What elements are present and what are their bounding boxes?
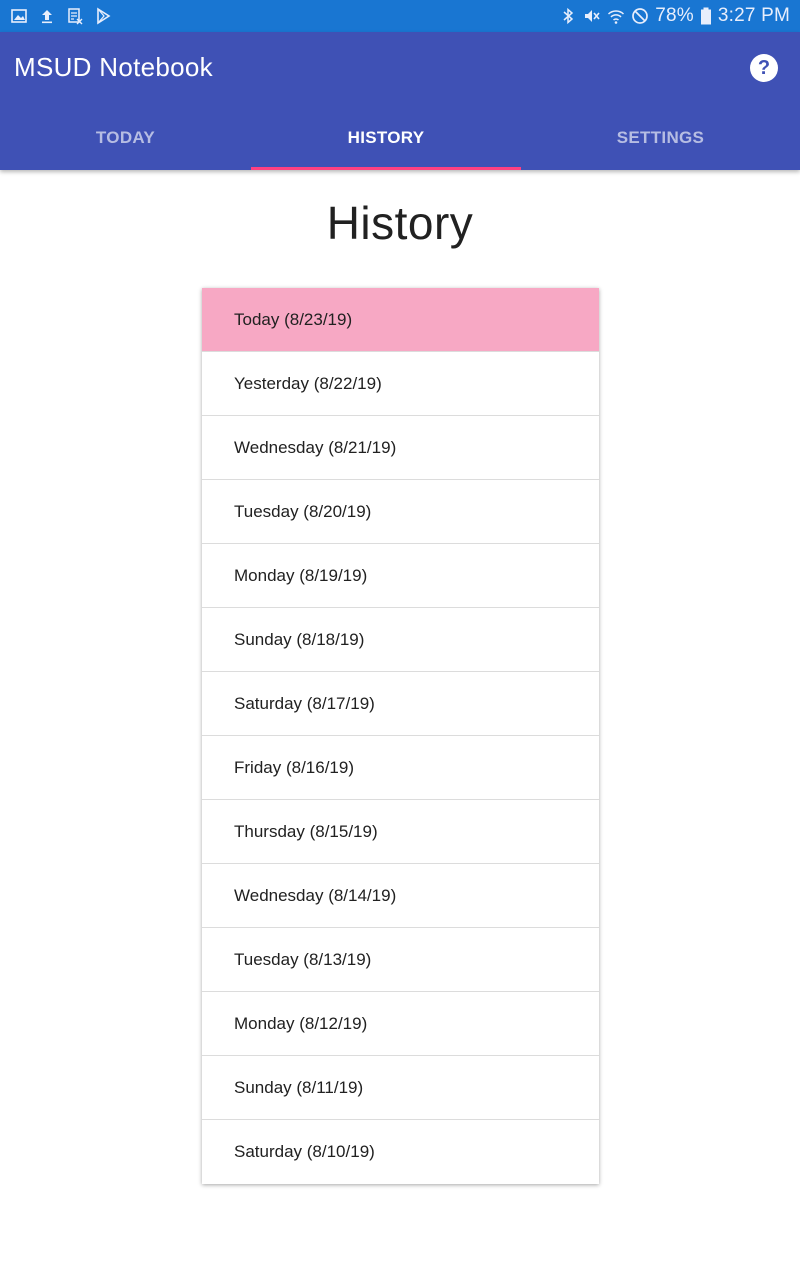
clock: 3:27 PM <box>717 5 790 26</box>
upload-icon <box>38 7 56 25</box>
history-item[interactable]: Saturday (8/10/19) <box>202 1120 599 1184</box>
history-item[interactable]: Sunday (8/11/19) <box>202 1056 599 1120</box>
tab-today[interactable]: TODAY <box>0 106 251 170</box>
history-item[interactable]: Monday (8/19/19) <box>202 544 599 608</box>
history-item-today[interactable]: Today (8/23/19) <box>202 288 599 352</box>
status-right: 78% 3:27 PM <box>559 5 790 27</box>
app-bar: MSUD Notebook ? TODAY HISTORY SETTINGS <box>0 32 800 170</box>
battery-percent: 78% <box>655 5 694 26</box>
tab-settings[interactable]: SETTINGS <box>521 106 800 170</box>
app-title: MSUD Notebook <box>14 52 213 82</box>
play-store-icon <box>94 7 112 25</box>
mute-icon <box>583 7 601 25</box>
status-bar: 78% 3:27 PM <box>0 0 800 32</box>
wifi-icon <box>607 7 625 25</box>
help-icon[interactable]: ? <box>750 54 778 82</box>
battery-icon <box>700 7 712 25</box>
history-item[interactable]: Wednesday (8/14/19) <box>202 864 599 928</box>
app-notification-icon <box>66 7 84 25</box>
tab-history[interactable]: HISTORY <box>251 106 521 170</box>
gallery-icon <box>10 7 28 25</box>
history-item[interactable]: Sunday (8/18/19) <box>202 608 599 672</box>
history-item[interactable]: Monday (8/12/19) <box>202 992 599 1056</box>
bluetooth-icon <box>559 7 577 25</box>
history-item[interactable]: Thursday (8/15/19) <box>202 800 599 864</box>
history-item[interactable]: Tuesday (8/20/19) <box>202 480 599 544</box>
history-item[interactable]: Saturday (8/17/19) <box>202 672 599 736</box>
do-not-disturb-icon <box>631 7 649 25</box>
tab-indicator <box>251 167 521 170</box>
history-item[interactable]: Tuesday (8/13/19) <box>202 928 599 992</box>
history-item[interactable]: Yesterday (8/22/19) <box>202 352 599 416</box>
tab-bar: TODAY HISTORY SETTINGS <box>0 106 800 170</box>
page-title: History <box>326 197 474 249</box>
history-item[interactable]: Friday (8/16/19) <box>202 736 599 800</box>
history-list: Today (8/23/19) Yesterday (8/22/19) Wedn… <box>202 288 599 1184</box>
status-left <box>10 7 112 25</box>
help-glyph: ? <box>757 56 771 79</box>
history-item[interactable]: Wednesday (8/21/19) <box>202 416 599 480</box>
